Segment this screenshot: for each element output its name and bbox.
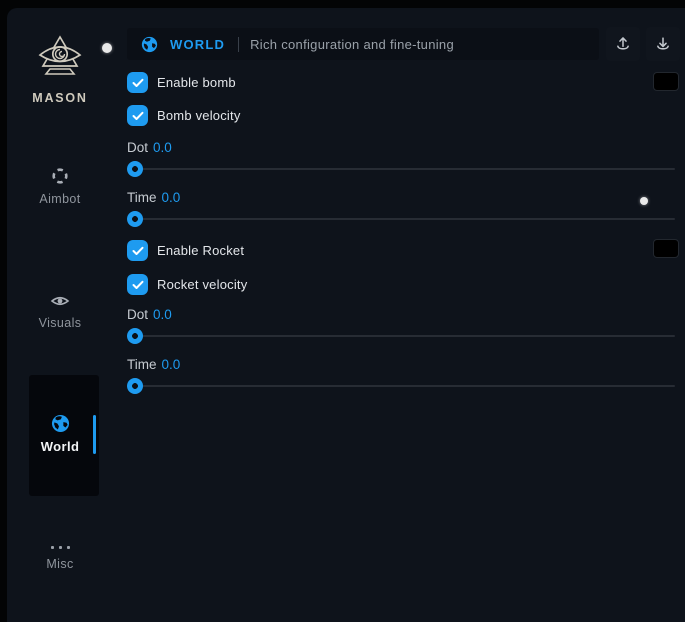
bomb-dot-slider[interactable] [127,161,675,177]
slider-thumb[interactable] [127,378,143,394]
cursor-dot [640,197,648,205]
rocket-velocity-checkbox[interactable] [127,274,148,295]
header-divider [238,37,239,52]
enable-bomb-row: Enable bomb [127,72,236,93]
rocket-dot-slider[interactable] [127,328,675,344]
cursor-dot [102,43,112,53]
slider-value: 0.0 [162,357,181,372]
slider-track[interactable] [127,168,675,170]
check-icon [132,111,144,121]
slider-track[interactable] [127,385,675,387]
sidebar-item-world[interactable]: World [17,414,103,454]
crosshair-icon [50,166,70,186]
globe-icon [141,36,158,53]
slider-name: Time [127,357,157,372]
enable-bomb-checkbox[interactable] [127,72,148,93]
bomb-velocity-row: Bomb velocity [127,105,241,126]
app-window: MASON Aimbot Visuals World Misc [7,8,685,622]
page-title: WORLD [170,37,225,52]
page-subtitle: Rich configuration and fine-tuning [250,37,454,52]
rocket-velocity-row: Rocket velocity [127,274,247,295]
sidebar-item-label: Misc [17,557,103,571]
sidebar-item-aimbot[interactable]: Aimbot [17,166,103,206]
upload-icon [614,35,632,53]
slider-name: Time [127,190,157,205]
eye-icon [50,292,70,310]
check-icon [132,280,144,290]
slider-label: Time 0.0 [127,357,180,372]
checkbox-label: Enable bomb [157,75,236,90]
import-config-button[interactable] [646,27,680,61]
checkbox-label: Bomb velocity [157,108,241,123]
slider-thumb[interactable] [127,328,143,344]
checkbox-label: Rocket velocity [157,277,247,292]
enable-rocket-row: Enable Rocket [127,240,244,261]
sidebar-item-label: Aimbot [17,192,103,206]
slider-label: Time 0.0 [127,190,180,205]
checkbox-label: Enable Rocket [157,243,244,258]
bomb-color-swatch[interactable] [653,72,679,91]
slider-value: 0.0 [153,140,172,155]
slider-track[interactable] [127,218,675,220]
slider-thumb[interactable] [127,161,143,177]
sidebar-item-misc[interactable]: Misc [17,540,103,571]
slider-thumb[interactable] [127,211,143,227]
slider-label: Dot 0.0 [127,307,172,322]
sidebar-item-label: Visuals [17,316,103,330]
globe-icon [51,414,70,433]
download-icon [654,35,672,53]
rocket-time-slider[interactable] [127,378,675,394]
sidebar-item-visuals[interactable]: Visuals [17,292,103,330]
check-icon [132,78,144,88]
sidebar-item-label: World [17,439,103,454]
mason-logo-icon [37,34,83,82]
rocket-color-swatch[interactable] [653,239,679,258]
logo-wordmark: MASON [29,91,91,105]
enable-rocket-checkbox[interactable] [127,240,148,261]
ellipsis-icon [17,540,103,549]
export-config-button[interactable] [606,27,640,61]
slider-name: Dot [127,140,148,155]
slider-name: Dot [127,307,148,322]
slider-track[interactable] [127,335,675,337]
slider-value: 0.0 [153,307,172,322]
slider-label: Dot 0.0 [127,140,172,155]
bomb-time-slider[interactable] [127,211,675,227]
slider-value: 0.0 [162,190,181,205]
page-header: WORLD Rich configuration and fine-tuning [127,28,599,60]
bomb-velocity-checkbox[interactable] [127,105,148,126]
check-icon [132,246,144,256]
